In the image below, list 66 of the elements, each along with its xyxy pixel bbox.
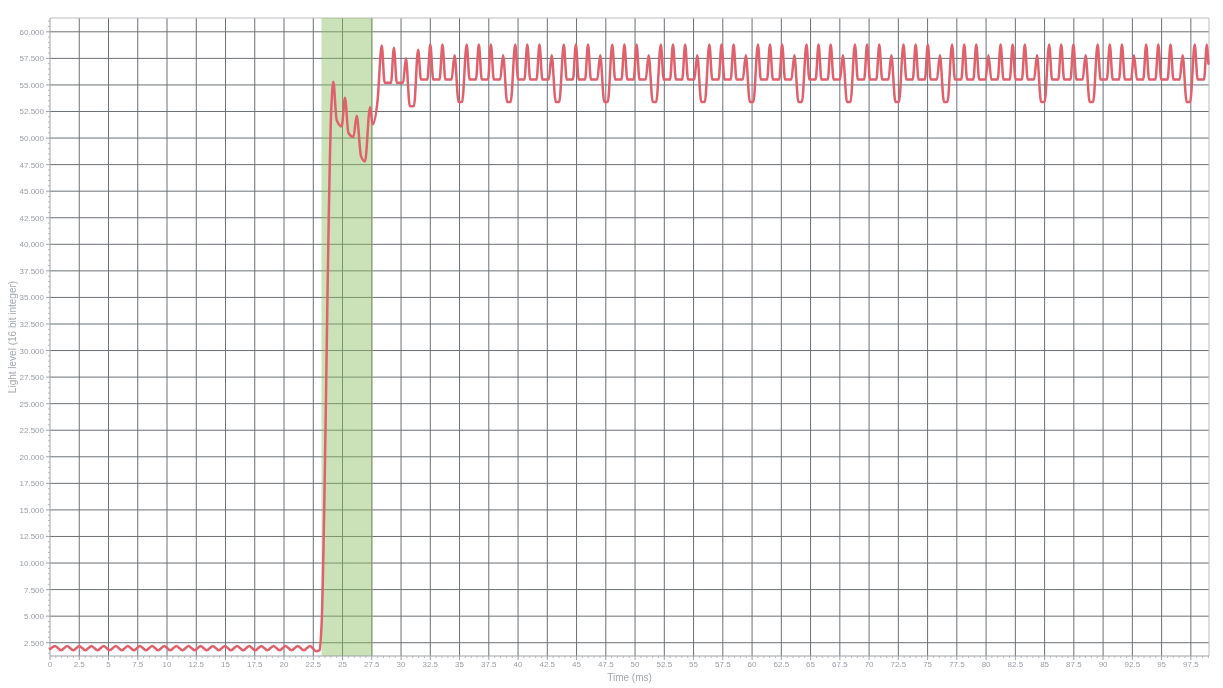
x-tick-label: 60 [747,660,757,669]
x-axis-title: Time (ms) [607,672,652,683]
x-tick-label: 90 [1098,660,1108,669]
x-tick-label: 25 [338,660,347,669]
x-tick-label: 17.5 [247,660,263,669]
x-tick-label: 70 [864,660,874,669]
x-tick-label: 22.5 [305,660,322,669]
x-tick-label: 67.5 [832,660,848,669]
y-tick-label: 50.000 [19,134,44,144]
y-tick-label: 57.500 [19,54,44,64]
x-tick-label: 35 [455,660,464,669]
y-tick-label: 37.500 [19,266,44,276]
x-tick-label: 72.5 [890,660,907,669]
y-tick-label: 20.000 [19,452,44,462]
x-tick-label: 42.5 [539,660,556,669]
y-tick-label: 30.000 [19,346,44,356]
x-tick-label: 20 [279,660,289,669]
x-tick-label: 37.5 [481,660,497,669]
y-tick-label: 60.000 [19,27,44,37]
x-tick-label: 92.5 [1124,660,1141,669]
y-tick-label: 17.500 [19,479,44,489]
y-tick-label: 25.000 [19,399,44,409]
y-tick-label: 22.500 [19,426,44,436]
x-tick-label: 77.5 [949,660,965,669]
y-tick-label: 27.500 [19,373,44,383]
y-tick-label: 32.500 [19,320,44,329]
y-tick-label: 15.000 [19,505,44,515]
y-tick-label: 35.000 [19,293,44,303]
x-tick-label: 87.5 [1066,660,1082,669]
y-tick-label: 10.000 [19,559,44,569]
x-tick-label: 40 [513,660,523,669]
x-tick-label: 62.5 [773,660,790,669]
x-tick-label: 10 [162,660,172,669]
y-tick-label: 12.500 [19,532,44,542]
x-tick-label: 15 [221,660,230,669]
y-axis-title: Light level (16 bit integer) [7,280,18,394]
y-tick-label: 5.000 [23,612,44,622]
x-tick-label: 30 [396,660,406,669]
y-tick-label: 7.500 [23,585,44,595]
y-tick-label: 55.000 [19,80,44,90]
x-tick-label: 7.5 [132,660,144,669]
x-tick-label: 57.5 [715,660,731,669]
x-tick-label: 5 [106,660,111,669]
x-tick-label: 95 [1157,660,1167,669]
y-tick-label: 47.500 [19,160,44,170]
y-tick-label: 42.500 [19,213,44,223]
y-tick-label: 52.500 [19,107,44,117]
x-tick-label: 0 [47,660,53,669]
y-tick-label: 45.000 [19,187,44,197]
x-tick-label: 75 [923,660,933,669]
x-tick-label: 65 [806,660,816,669]
x-tick-label: 2.5 [73,660,85,669]
x-tick-label: 82.5 [1007,660,1024,669]
x-tick-label: 85 [1040,660,1050,669]
x-tick-label: 47.5 [598,660,614,669]
x-tick-label: 55 [689,660,698,669]
x-tick-label: 12.5 [188,660,205,669]
x-tick-label: 97.5 [1183,660,1199,669]
y-tick-label: 2.500 [23,638,44,648]
x-tick-label: 45 [572,660,581,669]
x-tick-label: 80 [981,660,991,669]
x-tick-label: 50 [630,660,640,669]
x-tick-label: 32.5 [422,660,439,669]
y-tick-label: 40.000 [19,240,44,250]
x-tick-label: 52.5 [656,660,673,669]
x-tick-label: 27.5 [364,660,380,669]
